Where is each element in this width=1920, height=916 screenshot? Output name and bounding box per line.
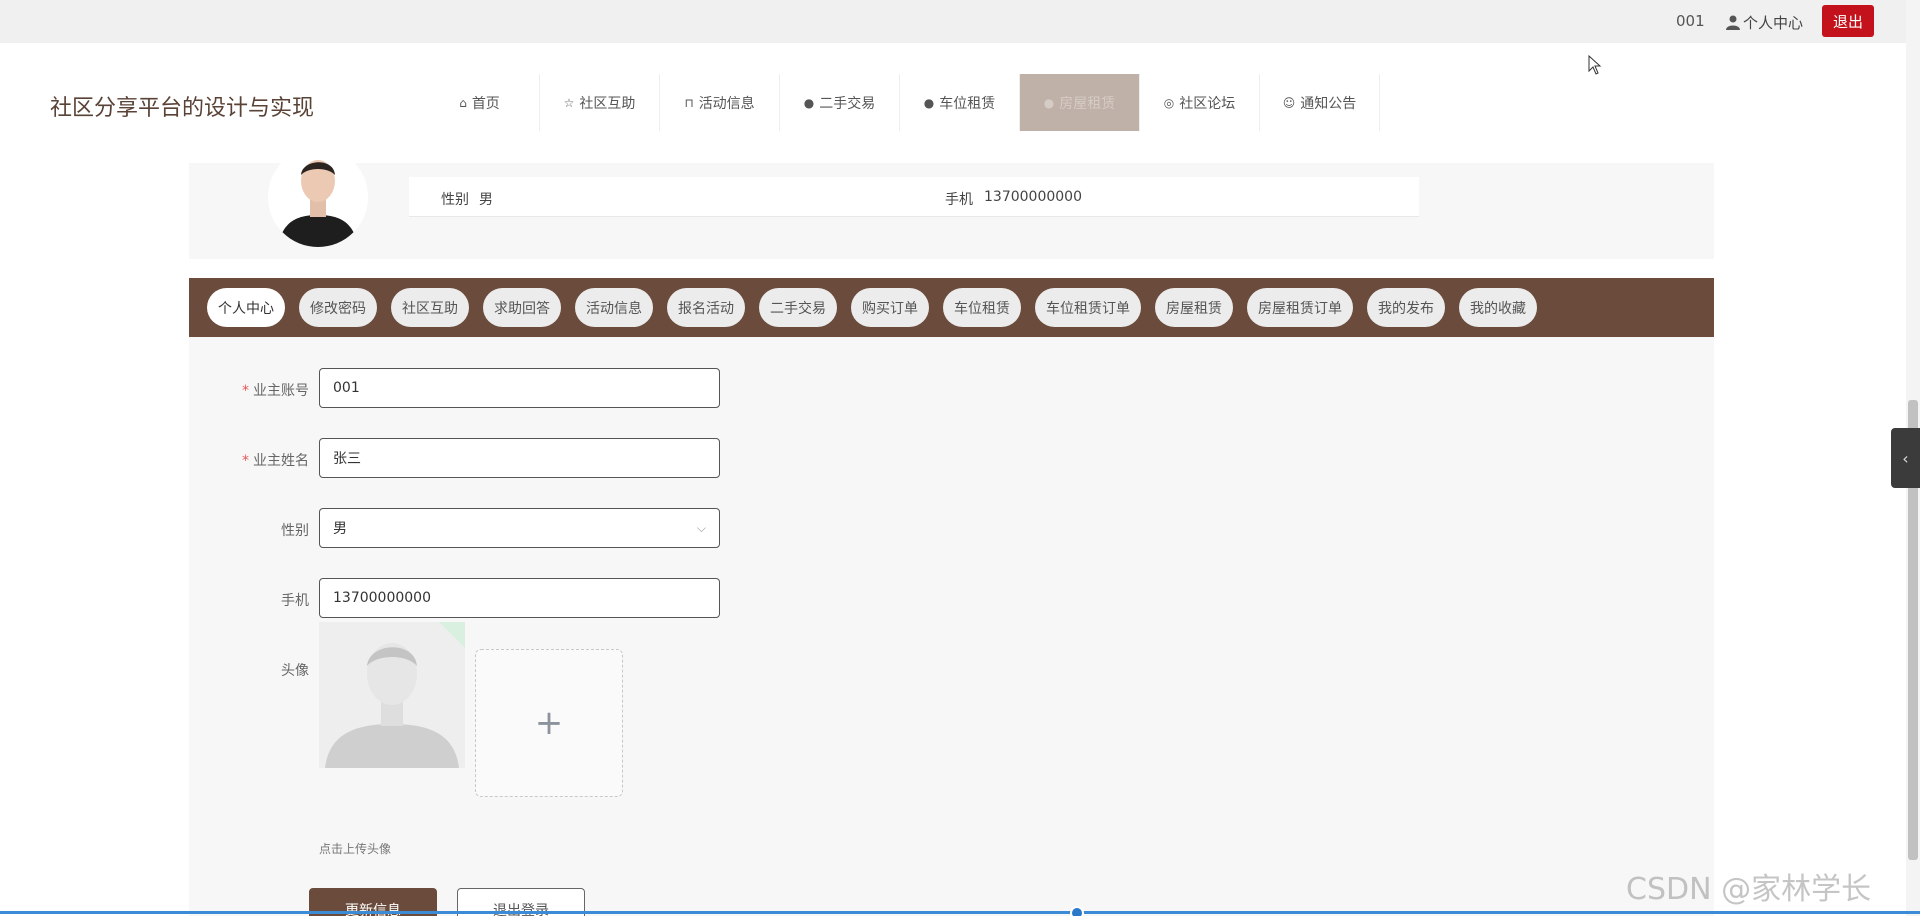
site-header: 社区分享平台的设计与实现 ⌂ 首页 ☆ 社区互助 ⊓ 活动信息 ● 二手交易 ● 车位租赁…: [0, 43, 1915, 163]
phone-field-label: 手机: [281, 593, 309, 609]
site-title: 社区分享平台的设计与实现: [50, 96, 315, 121]
profile-gender-value: 男: [479, 192, 493, 208]
tab-personal-center[interactable]: 个人中心: [207, 288, 285, 327]
chevron-left-icon: ‹: [1902, 448, 1909, 468]
account-label: 001: [1676, 12, 1705, 30]
info-circle-icon: ●: [803, 95, 815, 110]
tab-house-rental[interactable]: 房屋租赁: [1155, 288, 1233, 327]
profile-info: 性别 男 手机 13700000000: [409, 177, 1419, 217]
phone-input[interactable]: 13700000000: [319, 578, 720, 618]
center-tabs: 个人中心 修改密码 社区互助 求助回答 活动信息 报名活动 二手交易 购买订单 …: [207, 288, 1537, 327]
dialog-icon: ◎: [1163, 95, 1175, 110]
upload-tip: 点击上传头像: [319, 842, 392, 856]
smile-icon: ☺: [1282, 95, 1296, 110]
tab-my-posts[interactable]: 我的发布: [1367, 288, 1445, 327]
profile-avatar: [268, 147, 368, 247]
chevron-down-icon: ⌵: [696, 520, 706, 535]
question-circle-icon: ●: [923, 95, 935, 110]
tab-parking-orders[interactable]: 车位租赁订单: [1035, 288, 1141, 327]
nav-community-help[interactable]: ☆ 社区互助: [540, 74, 660, 131]
tab-purchase-orders[interactable]: 购买订单: [851, 288, 929, 327]
progress-handle[interactable]: [1070, 906, 1084, 916]
home-icon: ⌂: [459, 95, 467, 110]
profile-gender-label: 性别: [441, 192, 469, 208]
tab-community-help[interactable]: 社区互助: [391, 288, 469, 327]
center-tabbar: 个人中心 修改密码 社区互助 求助回答 活动信息 报名活动 二手交易 购买订单 …: [189, 278, 1714, 337]
nav-activities[interactable]: ⊓ 活动信息: [660, 74, 780, 131]
main-nav: ⌂ 首页 ☆ 社区互助 ⊓ 活动信息 ● 二手交易 ● 车位租赁 ● 房屋租赁 ◎ 社区论坛 …: [420, 74, 1380, 131]
watermark: CSDN @家林学长: [1626, 872, 1872, 907]
name-field-label: * 业主姓名: [242, 453, 309, 469]
gender-select[interactable]: 男 ⌵: [319, 508, 720, 548]
user-center-label: 个人中心: [1743, 14, 1804, 32]
avatar-preview: [319, 622, 465, 768]
account-input[interactable]: 001: [319, 368, 720, 408]
profile-phone-label: 手机: [945, 192, 973, 208]
tab-house-orders[interactable]: 房屋租赁订单: [1247, 288, 1353, 327]
plus-icon: +: [534, 703, 564, 743]
info-circle-icon: ●: [1043, 95, 1055, 110]
nav-announcements[interactable]: ☺ 通知公告: [1260, 74, 1380, 131]
profile-phone-value: 13700000000: [984, 189, 1082, 205]
avatar-status-corner: [439, 622, 465, 648]
logout-button[interactable]: 退出: [1822, 5, 1874, 37]
nav-forum[interactable]: ◎ 社区论坛: [1140, 74, 1260, 131]
user-center-link[interactable]: 个人中心: [1726, 12, 1803, 33]
star-icon: ☆: [563, 95, 575, 110]
bag-icon: ⊓: [684, 95, 694, 110]
tab-change-password[interactable]: 修改密码: [299, 288, 377, 327]
nav-parking-rental[interactable]: ● 车位租赁: [900, 74, 1020, 131]
tab-second-hand[interactable]: 二手交易: [759, 288, 837, 327]
profile-card: 性别 男 手机 13700000000: [189, 147, 1714, 259]
nav-house-rental[interactable]: ● 房屋租赁: [1020, 74, 1140, 131]
account-field-label: * 业主账号: [242, 383, 309, 399]
tab-help-answers[interactable]: 求助回答: [483, 288, 561, 327]
tab-my-favorites[interactable]: 我的收藏: [1459, 288, 1537, 327]
user-icon: [1726, 15, 1740, 30]
gender-select-value: 男: [333, 521, 347, 537]
avatar-upload-button[interactable]: +: [475, 649, 623, 797]
tab-activity-signup[interactable]: 报名活动: [667, 288, 745, 327]
tab-activities[interactable]: 活动信息: [575, 288, 653, 327]
profile-form: * 业主账号 001 * 业主姓名 张三 性别 男 ⌵ 手机 13700000000…: [189, 337, 1714, 916]
name-input[interactable]: 张三: [319, 438, 720, 478]
nav-second-hand[interactable]: ● 二手交易: [780, 74, 900, 131]
bottom-progress-line: [0, 911, 1920, 914]
gender-field-label: 性别: [281, 523, 309, 539]
mouse-cursor-icon: [1588, 55, 1602, 75]
side-panel-toggle[interactable]: ‹: [1891, 428, 1920, 488]
tab-parking-rental[interactable]: 车位租赁: [943, 288, 1021, 327]
nav-home[interactable]: ⌂ 首页: [420, 74, 540, 131]
top-bar: 001 个人中心 退出: [0, 0, 1920, 43]
avatar-field-label: 头像: [281, 663, 309, 679]
